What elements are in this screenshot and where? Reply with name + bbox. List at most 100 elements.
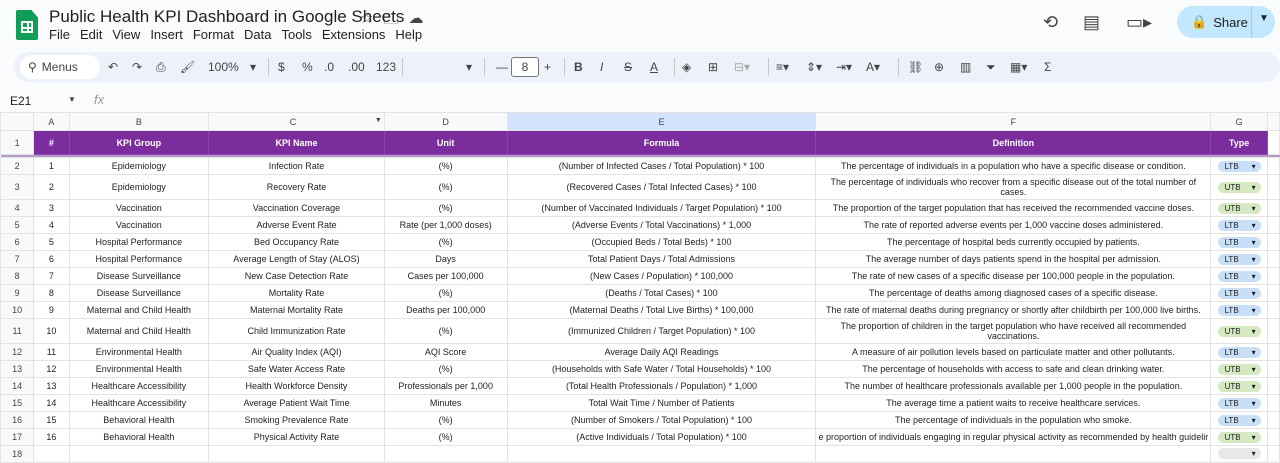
- cell[interactable]: (Immunized Children / Target Population)…: [506, 318, 817, 344]
- menu-edit[interactable]: Edit: [80, 27, 110, 42]
- cell[interactable]: Bed Occupancy Rate: [208, 233, 385, 251]
- cell[interactable]: (Recovered Cases / Total Infected Cases)…: [506, 174, 817, 200]
- cell[interactable]: 12: [33, 360, 70, 378]
- cell[interactable]: (Total Health Professionals / Population…: [506, 377, 817, 395]
- zoom-caret-icon[interactable]: ▾: [250, 52, 256, 82]
- cell[interactable]: 11: [33, 343, 70, 361]
- borders-icon[interactable]: ⊞: [708, 52, 718, 82]
- row-header[interactable]: 12: [0, 343, 35, 361]
- column-header[interactable]: B: [68, 112, 210, 131]
- type-cell[interactable]: UTB: [1210, 318, 1268, 344]
- cell[interactable]: (Adverse Events / Total Vaccinations) * …: [506, 216, 817, 234]
- type-dropdown-chip[interactable]: LTB: [1217, 253, 1261, 265]
- cell[interactable]: Average Daily AQI Readings: [506, 343, 817, 361]
- cell[interactable]: The average time a patient waits to rece…: [815, 394, 1212, 412]
- row-header[interactable]: 10: [0, 301, 35, 319]
- type-cell[interactable]: LTB: [1210, 284, 1268, 302]
- type-cell[interactable]: LTB: [1210, 216, 1268, 234]
- cell[interactable]: The percentage of individuals in a popul…: [815, 157, 1212, 175]
- spreadsheet-grid[interactable]: A B C ▼ D E F G 1 # KPI Group KPI Name Un…: [0, 112, 1280, 463]
- type-dropdown-chip[interactable]: LTB: [1217, 287, 1261, 299]
- menu-format[interactable]: Format: [193, 27, 242, 42]
- select-all-corner[interactable]: [0, 112, 35, 131]
- filter-icon[interactable]: ⏷: [986, 52, 996, 82]
- cell[interactable]: 4: [33, 216, 70, 234]
- text-wrapping-icon[interactable]: ⇥▾: [836, 52, 852, 82]
- cell[interactable]: (%): [383, 174, 508, 200]
- name-box-caret-icon[interactable]: ▼: [68, 95, 76, 104]
- type-dropdown-chip[interactable]: UTB: [1217, 431, 1261, 443]
- cell[interactable]: Disease Surveillance: [68, 284, 210, 302]
- cell[interactable]: The rate of maternal deaths during pregn…: [815, 301, 1212, 319]
- insert-comment-icon[interactable]: ⊕: [934, 52, 944, 82]
- cell[interactable]: New Case Detection Rate: [208, 267, 385, 285]
- cell[interactable]: 15: [33, 411, 70, 429]
- header-cell[interactable]: Unit: [383, 130, 508, 155]
- cell[interactable]: 16: [33, 428, 70, 446]
- cell[interactable]: 9: [33, 301, 70, 319]
- cell[interactable]: 10: [33, 318, 70, 344]
- type-dropdown-chip[interactable]: LTB: [1217, 270, 1261, 282]
- type-dropdown-chip[interactable]: UTB: [1217, 202, 1261, 214]
- row-header[interactable]: 4: [0, 199, 35, 217]
- version-history-icon[interactable]: ⟲: [1043, 12, 1058, 33]
- cell[interactable]: (Deaths / Total Cases) * 100: [506, 284, 817, 302]
- cell[interactable]: 13: [33, 377, 70, 395]
- cell[interactable]: Infection Rate: [208, 157, 385, 175]
- cell[interactable]: AQI Score: [383, 343, 508, 361]
- cell[interactable]: Physical Activity Rate: [208, 428, 385, 446]
- menu-tools[interactable]: Tools: [281, 27, 319, 42]
- type-dropdown-chip[interactable]: LTB: [1217, 397, 1261, 409]
- cell[interactable]: Behavioral Health: [68, 411, 210, 429]
- cell[interactable]: Air Quality Index (AQI): [208, 343, 385, 361]
- cell[interactable]: The rate of reported adverse events per …: [815, 216, 1212, 234]
- cell[interactable]: Maternal and Child Health: [68, 318, 210, 344]
- cell[interactable]: The proportion of children in the target…: [815, 318, 1212, 344]
- row-header[interactable]: 9: [0, 284, 35, 302]
- type-dropdown-chip[interactable]: [1217, 447, 1261, 459]
- column-header[interactable]: A: [33, 112, 70, 131]
- cell[interactable]: (%): [383, 157, 508, 175]
- cell[interactable]: 14: [33, 394, 70, 412]
- type-dropdown-chip[interactable]: LTB: [1217, 304, 1261, 316]
- cell[interactable]: (New Cases / Population) * 100,000: [506, 267, 817, 285]
- fill-color-icon[interactable]: ◈: [682, 52, 691, 82]
- filter-views-icon[interactable]: ▦▾: [1010, 52, 1027, 82]
- vertical-align-icon[interactable]: ⇕▾: [806, 52, 822, 82]
- cell[interactable]: The number of healthcare professionals a…: [815, 377, 1212, 395]
- italic-icon[interactable]: I: [600, 52, 603, 82]
- cell[interactable]: Total Wait Time / Number of Patients: [506, 394, 817, 412]
- insert-link-icon[interactable]: ⛓: [908, 52, 923, 82]
- strikethrough-icon[interactable]: S: [624, 52, 632, 82]
- cell[interactable]: (%): [383, 360, 508, 378]
- cell[interactable]: Epidemiology: [68, 157, 210, 175]
- row-header[interactable]: 16: [0, 411, 35, 429]
- type-cell[interactable]: LTB: [1210, 267, 1268, 285]
- cell[interactable]: Vaccination: [68, 199, 210, 217]
- font-caret-icon[interactable]: ▾: [466, 52, 472, 82]
- cell[interactable]: Healthcare Accessibility: [68, 377, 210, 395]
- header-cell[interactable]: Type: [1210, 130, 1268, 155]
- cell[interactable]: The percentage of individuals in the pop…: [815, 411, 1212, 429]
- cell[interactable]: 3: [33, 199, 70, 217]
- cell[interactable]: Minutes: [383, 394, 508, 412]
- merge-cells-icon[interactable]: ⊟▾: [734, 52, 750, 82]
- cell[interactable]: (Maternal Deaths / Total Live Births) * …: [506, 301, 817, 319]
- cell[interactable]: 7: [33, 267, 70, 285]
- cell[interactable]: The percentage of deaths among diagnosed…: [815, 284, 1212, 302]
- type-cell[interactable]: LTB: [1210, 411, 1268, 429]
- cell[interactable]: Deaths per 100,000: [383, 301, 508, 319]
- menu-insert[interactable]: Insert: [150, 27, 191, 42]
- cell[interactable]: Environmental Health: [68, 360, 210, 378]
- row-header[interactable]: 7: [0, 250, 35, 268]
- redo-icon[interactable]: ↷: [132, 52, 142, 82]
- header-cell[interactable]: KPI Name: [208, 130, 385, 155]
- column-header[interactable]: C ▼: [208, 112, 385, 131]
- cell[interactable]: (Number of Smokers / Total Population) *…: [506, 411, 817, 429]
- type-cell[interactable]: LTB: [1210, 343, 1268, 361]
- column-header[interactable]: G: [1210, 112, 1268, 131]
- cell[interactable]: Average Patient Wait Time: [208, 394, 385, 412]
- cell[interactable]: The rate of new cases of a specific dise…: [815, 267, 1212, 285]
- type-cell[interactable]: UTB: [1210, 360, 1268, 378]
- text-color-icon[interactable]: A: [650, 52, 658, 82]
